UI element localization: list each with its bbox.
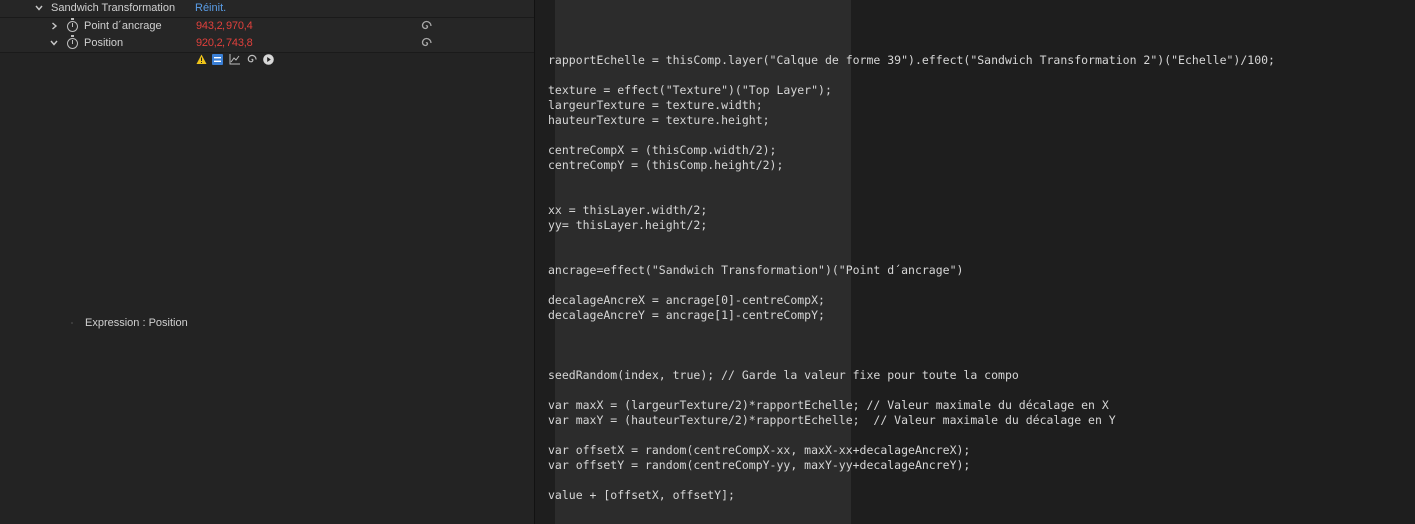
expression-spiral-icon[interactable] — [420, 37, 432, 49]
property-name: Position — [84, 37, 124, 49]
expression-spiral-icon[interactable] — [420, 20, 432, 32]
anchor-y-value[interactable]: 970,4 — [226, 20, 253, 32]
value-separator: , — [222, 20, 225, 32]
chevron-down-icon[interactable] — [49, 37, 59, 49]
chevron-down-icon[interactable] — [34, 2, 44, 14]
language-menu-icon[interactable] — [263, 54, 274, 65]
expression-bullet — [71, 322, 73, 324]
expression-label: Expression : Position — [85, 317, 188, 329]
reset-button[interactable]: Réinit. — [195, 2, 226, 14]
expression-code[interactable]: rapportEchelle = thisComp.layer("Calque … — [548, 53, 1275, 503]
property-row-position[interactable]: Position 920,2 , 743,8 — [0, 35, 534, 53]
timeline-layer-panel: Sandwich Transformation Réinit. Point d´… — [0, 0, 534, 524]
stopwatch-icon[interactable] — [67, 18, 78, 32]
property-row-anchor-point[interactable]: Point d´ancrage 943,2 , 970,4 — [0, 18, 534, 36]
equals-toggle-icon[interactable] — [212, 54, 223, 65]
graph-icon[interactable] — [229, 54, 240, 65]
warning-icon[interactable] — [196, 54, 207, 65]
pick-whip-icon[interactable] — [246, 54, 257, 65]
effect-name: Sandwich Transformation — [51, 2, 176, 14]
chevron-right-icon[interactable] — [49, 20, 59, 32]
anchor-x-value[interactable]: 943,2 — [196, 20, 223, 32]
position-x-value[interactable]: 920,2 — [196, 37, 223, 49]
position-y-value[interactable]: 743,8 — [226, 37, 253, 49]
stopwatch-icon[interactable] — [67, 35, 78, 49]
property-name: Point d´ancrage — [84, 20, 162, 32]
effect-row[interactable]: Sandwich Transformation Réinit. — [0, 0, 534, 18]
value-separator: , — [222, 37, 225, 49]
